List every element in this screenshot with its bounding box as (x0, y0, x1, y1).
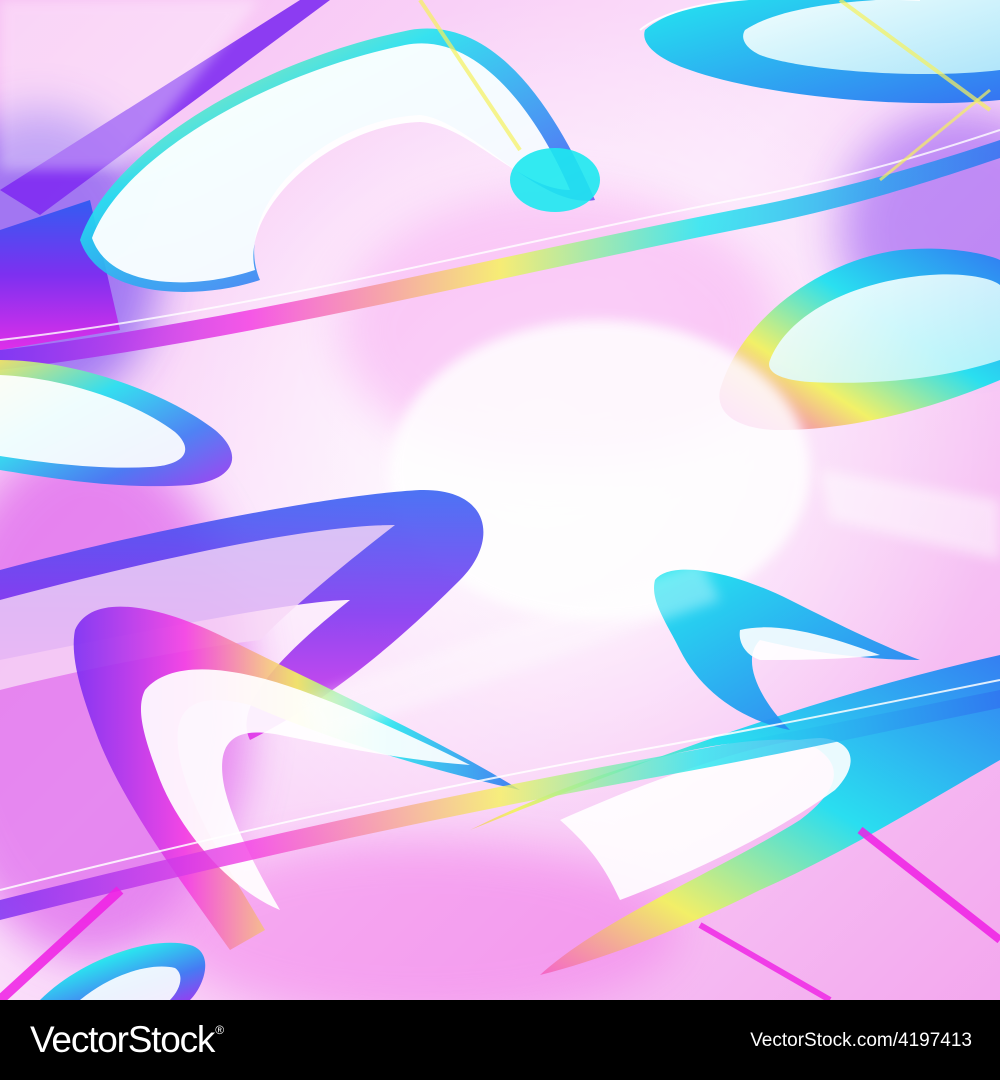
registered-mark: ® (215, 1023, 224, 1037)
artwork-svg (0, 0, 1000, 1000)
stock-image-id: VectorStock.com/4197413 (750, 1030, 972, 1051)
abstract-artwork (0, 0, 1000, 1000)
watermark-footer: VectorStock® VectorStock.com/4197413 (0, 1000, 1000, 1080)
brand-name: VectorStock (30, 1019, 215, 1060)
page: VectorStock® VectorStock.com/4197413 (0, 0, 1000, 1080)
vectorstock-logo: VectorStock® (30, 1018, 224, 1062)
